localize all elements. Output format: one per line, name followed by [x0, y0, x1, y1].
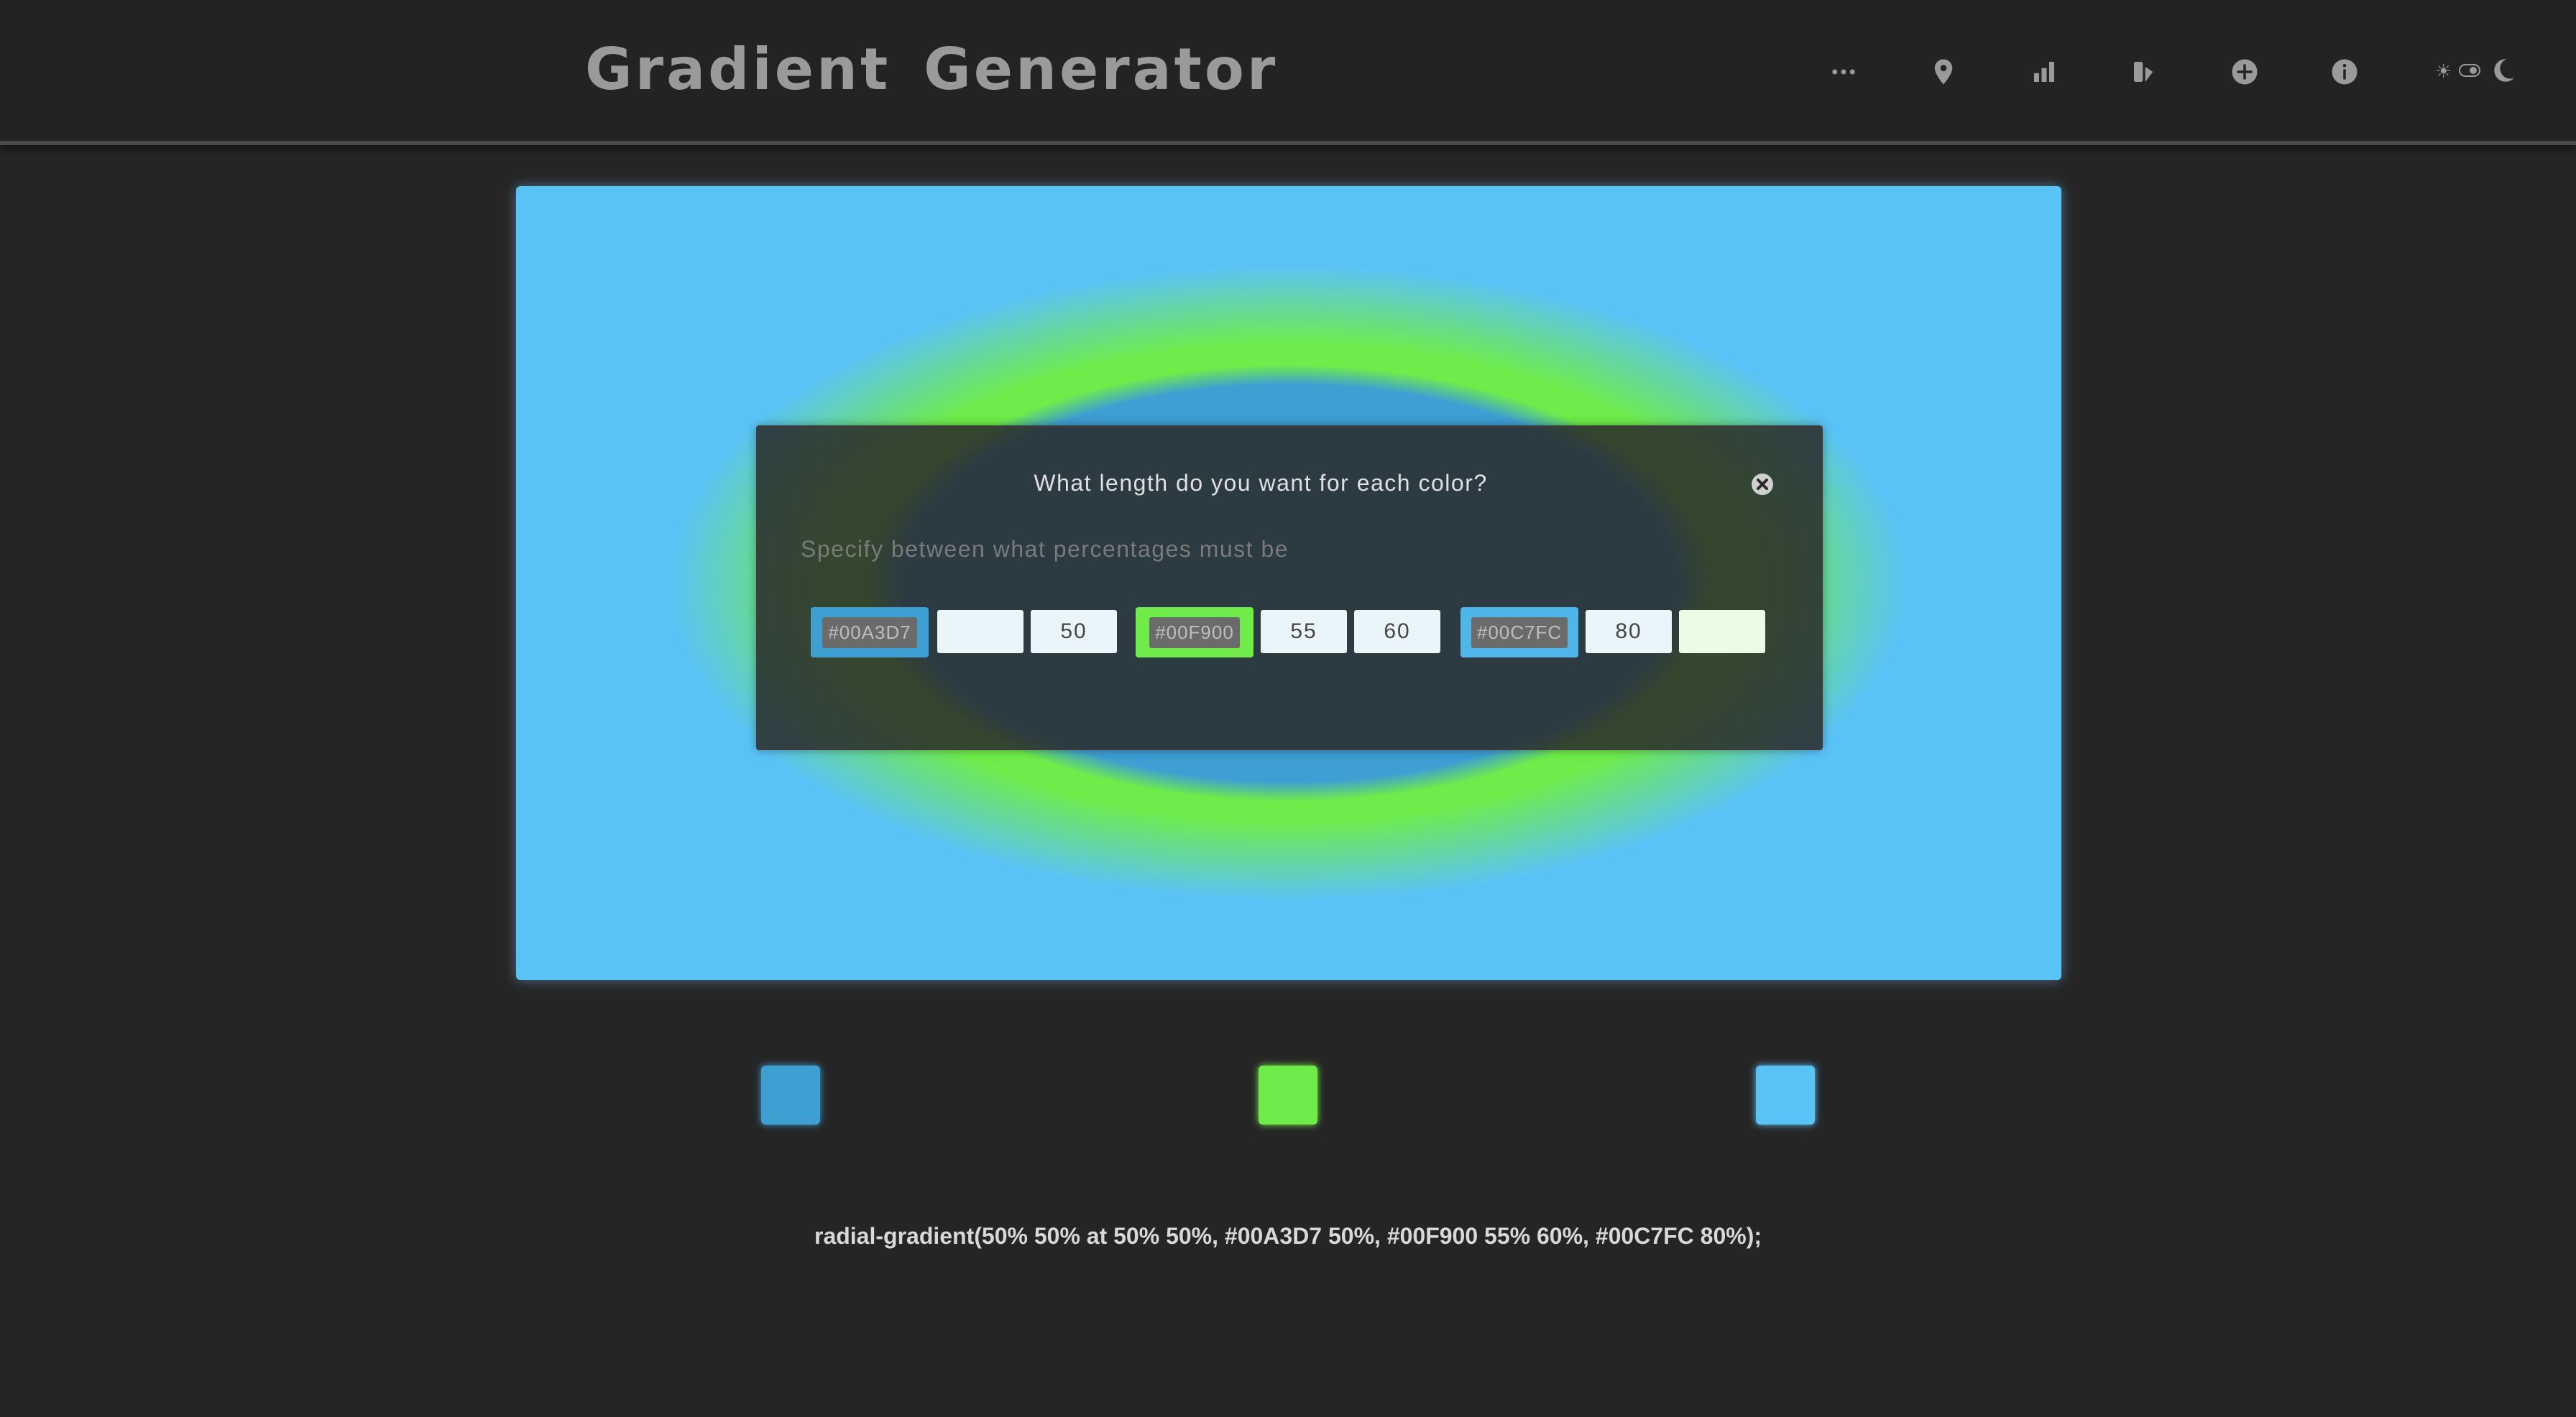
stop-start-input[interactable]	[1261, 610, 1347, 653]
info-icon[interactable]	[2323, 50, 2366, 93]
theme-toggle[interactable]: ☀	[2435, 50, 2521, 93]
app-title: Gradient Generator	[585, 36, 1279, 103]
css-output[interactable]: radial-gradient(50% 50% at 50% 50%, #00A…	[0, 1223, 2576, 1250]
stop-start-input[interactable]	[1586, 610, 1672, 653]
moon-icon	[2488, 55, 2518, 89]
app-header: Gradient Generator ☀	[0, 0, 2576, 145]
stop-end-input[interactable]	[1354, 610, 1440, 653]
more-icon[interactable]	[1822, 50, 1865, 93]
color-swatch[interactable]	[1259, 1066, 1317, 1125]
color-swatch[interactable]	[1756, 1066, 1815, 1125]
toggle-switch-icon[interactable]	[2459, 63, 2481, 80]
color-stop-chip[interactable]: #00F900	[1136, 607, 1254, 657]
stop-end-input[interactable]	[1679, 610, 1765, 653]
modal-title: What length do you want for each color?	[1034, 470, 1488, 496]
color-length-modal: What length do you want for each color? …	[756, 425, 1823, 750]
stop-end-input[interactable]	[1031, 610, 1117, 653]
color-stop-hex: #00C7FC	[1471, 617, 1568, 648]
color-stop-chip[interactable]: #00A3D7	[811, 607, 929, 657]
color-stop-hex: #00F900	[1149, 617, 1240, 648]
location-pin-icon[interactable]	[1922, 50, 1965, 93]
bar-chart-icon[interactable]	[2023, 50, 2066, 93]
stop-start-input[interactable]	[937, 610, 1024, 653]
color-stop-hex: #00A3D7	[822, 617, 917, 648]
add-circle-icon[interactable]	[2223, 50, 2266, 93]
palette-icon[interactable]	[2122, 50, 2166, 93]
color-swatch[interactable]	[761, 1066, 820, 1125]
modal-subtitle: Specify between what percentages must be	[801, 536, 1289, 562]
color-stop-chip[interactable]: #00C7FC	[1460, 607, 1578, 657]
sun-icon: ☀	[2435, 61, 2452, 83]
close-icon[interactable]	[1749, 471, 1775, 497]
